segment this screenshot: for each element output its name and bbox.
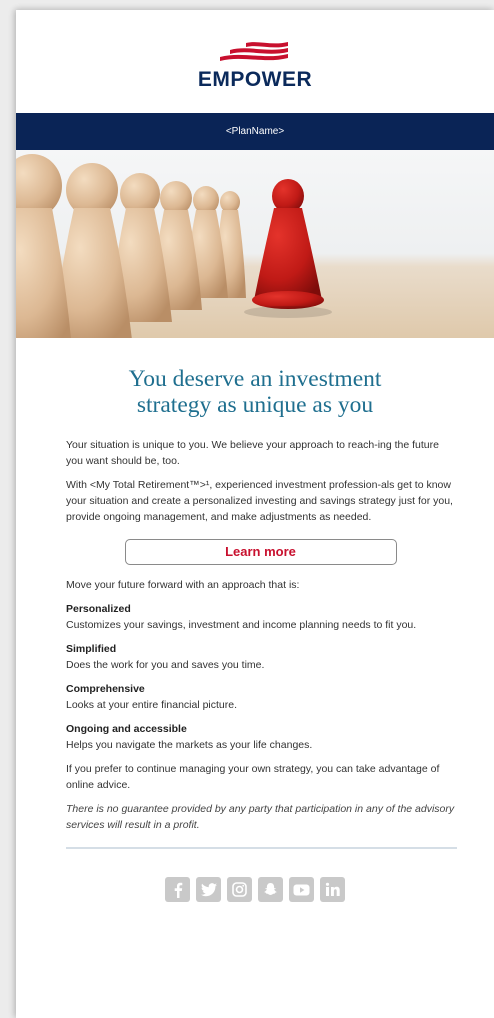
feature-item-comprehensive: Comprehensive Looks at your entire finan… <box>66 681 455 713</box>
header-logo-area: EMPOWER <box>16 10 494 113</box>
empower-logo-text: EMPOWER <box>197 68 313 91</box>
feature-title: Simplified <box>66 643 117 655</box>
learn-more-button[interactable]: Learn more <box>124 539 397 565</box>
hero-image <box>16 150 494 338</box>
plan-name-bar: <PlanName> <box>16 113 494 150</box>
body-content: Your situation is unique to you. We beli… <box>16 437 494 833</box>
headline-line-1: You deserve an investment <box>128 366 382 392</box>
feature-title: Personalized <box>66 603 131 615</box>
snapchat-icon[interactable] <box>258 877 283 902</box>
feature-title: Comprehensive <box>66 683 145 695</box>
headline: You deserve an investment strategy as un… <box>16 366 494 418</box>
facebook-icon[interactable] <box>165 877 190 902</box>
feature-description: Customizes your savings, investment and … <box>66 619 417 631</box>
empower-flag-icon <box>220 42 288 61</box>
hero-pawns-illustration <box>16 154 332 338</box>
feature-description: Helps you navigate the markets as your l… <box>66 739 313 751</box>
youtube-icon[interactable] <box>289 877 314 902</box>
feature-description: Looks at your entire financial picture. <box>66 699 238 711</box>
feature-item-personalized: Personalized Customizes your savings, in… <box>66 601 455 633</box>
linkedin-icon[interactable] <box>320 877 345 902</box>
feature-item-simplified: Simplified Does the work for you and sav… <box>66 641 455 673</box>
lead-in-text: Move your future forward with an approac… <box>66 579 300 591</box>
disclaimer-text: There is no guarantee provided by any pa… <box>66 803 455 831</box>
online-advice-paragraph: If you prefer to continue managing your … <box>66 763 440 791</box>
social-icons-row <box>16 877 494 902</box>
headline-line-2: strategy as unique as you <box>136 392 374 418</box>
intro-paragraph: Your situation is unique to you. We beli… <box>66 439 439 467</box>
plan-name-text: <PlanName> <box>225 126 285 137</box>
feature-item-ongoing: Ongoing and accessible Helps you navigat… <box>66 721 455 753</box>
email-container: EMPOWER <PlanName> You deserve an invest… <box>16 10 494 1018</box>
service-paragraph: With <My Total Retirement™>¹, experience… <box>66 479 453 523</box>
twitter-icon[interactable] <box>196 877 221 902</box>
instagram-icon[interactable] <box>227 877 252 902</box>
feature-title: Ongoing and accessible <box>66 723 187 735</box>
cta-wrapper: Learn more <box>66 539 455 565</box>
feature-description: Does the work for you and saves you time… <box>66 659 265 671</box>
divider <box>66 847 457 849</box>
